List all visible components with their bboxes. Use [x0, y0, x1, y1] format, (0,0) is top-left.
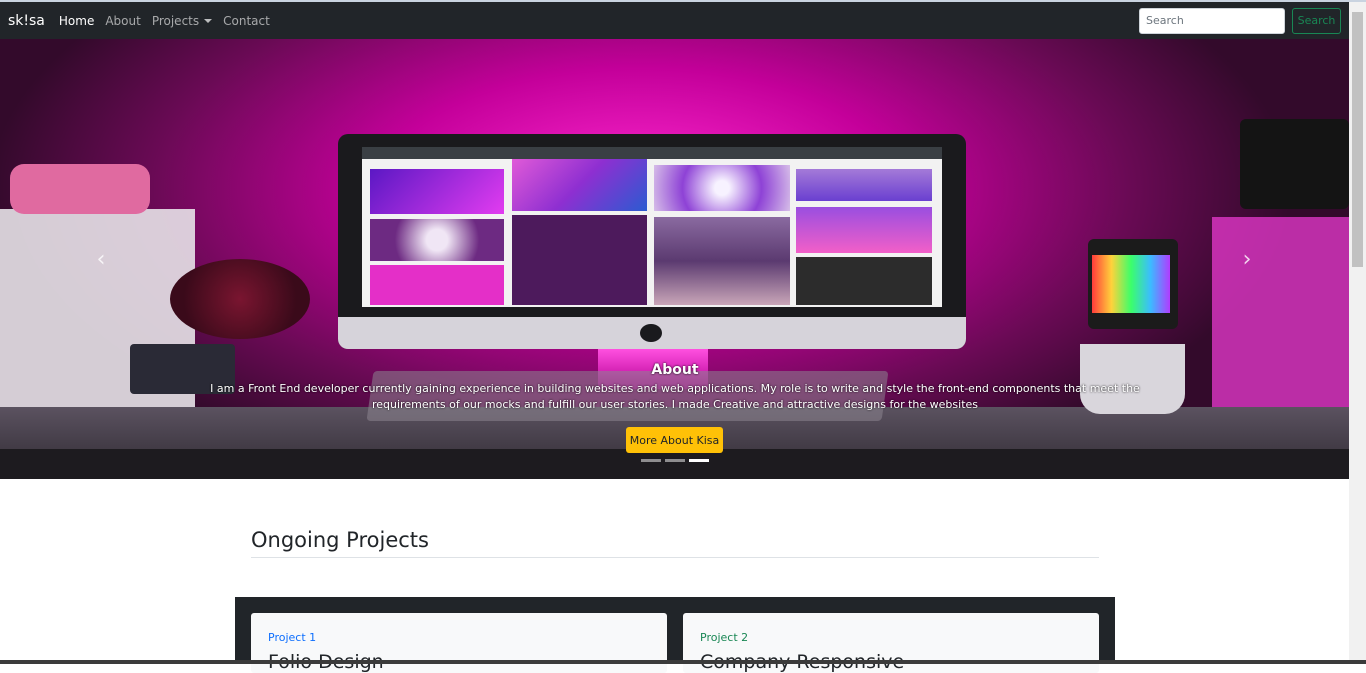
scrollbar-thumb[interactable]: [1352, 12, 1363, 267]
project-card-label: Project 2: [700, 631, 749, 644]
section-heading: Ongoing Projects: [251, 528, 429, 552]
hero-carousel: ‹ › About I am a Front End developer cur…: [0, 39, 1349, 479]
search-button[interactable]: Search: [1292, 7, 1341, 34]
nav-link-projects-label: Projects: [151, 13, 200, 28]
carousel-indicator-3[interactable]: [689, 459, 709, 462]
chevron-left-icon: ‹: [96, 246, 106, 272]
carousel-prev-button[interactable]: ‹: [89, 244, 113, 274]
caption-title: About: [651, 362, 699, 378]
hero-background-image: [0, 39, 1349, 479]
project-card-label: Project 1: [268, 631, 317, 644]
nav-link-about[interactable]: About: [105, 14, 140, 28]
carousel-next-button[interactable]: ›: [1235, 244, 1259, 274]
page-scrollbar[interactable]: [1349, 2, 1366, 664]
carousel-indicator-2[interactable]: [665, 459, 685, 462]
chevron-down-icon: [204, 19, 213, 23]
horizontal-scrollbar[interactable]: [0, 660, 1366, 664]
carousel-indicators: [641, 459, 713, 462]
section-divider: [251, 557, 1099, 558]
brand-logo[interactable]: sk!sa: [8, 13, 45, 29]
nav-dropdown-projects[interactable]: Projects: [151, 13, 213, 28]
chevron-right-icon: ›: [1242, 246, 1252, 272]
nav-link-contact[interactable]: Contact: [223, 14, 270, 28]
caption-text: I am a Front End developer currently gai…: [210, 382, 1140, 411]
navbar: sk!sa Home About Projects Contact Search: [0, 2, 1349, 39]
project-card-1[interactable]: Project 1 Folio Design: [251, 613, 667, 673]
search-input[interactable]: [1139, 7, 1285, 34]
nav-link-home[interactable]: Home: [59, 14, 94, 28]
carousel-caption: About I am a Front End developer current…: [190, 362, 1160, 413]
search-form: Search: [1139, 7, 1341, 34]
more-about-button[interactable]: More About Kisa: [626, 427, 723, 453]
project-card-2[interactable]: Project 2 Company Responsive: [683, 613, 1099, 673]
carousel-indicator-1[interactable]: [641, 459, 661, 462]
